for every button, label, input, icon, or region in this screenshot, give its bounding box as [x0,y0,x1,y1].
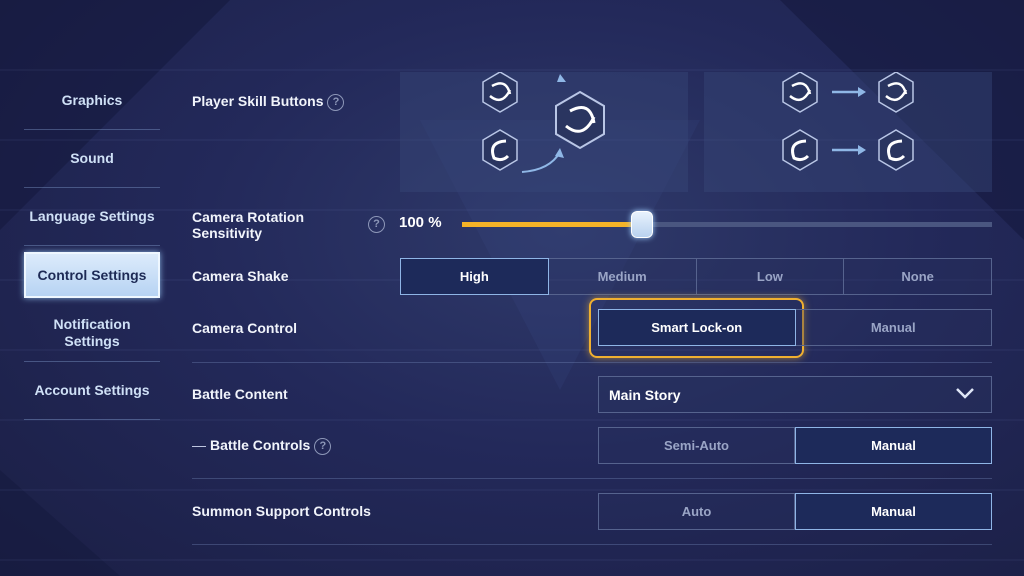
help-icon[interactable]: ? [368,216,385,233]
camera-shake-medium[interactable]: Medium [548,258,697,295]
battle-controls-prefix: — [192,437,206,453]
battle-controls-semi-auto[interactable]: Semi-Auto [598,427,795,464]
battle-content-dropdown[interactable]: Main Story [598,376,992,413]
skill-layout-option-b[interactable] [704,71,992,192]
summon-support-options: Auto Manual [598,493,992,530]
summon-support-label: Summon Support Controls [192,503,371,519]
battle-content-value: Main Story [609,386,681,403]
sidebar-item-account-settings[interactable]: Account Settings [24,362,160,420]
slider-fill [462,222,642,227]
battle-content-label: Battle Content [192,386,288,402]
camera-rotation-label-line1: Camera Rotation [192,209,305,225]
sidebar-item-notification-settings[interactable]: Notification Settings [24,304,160,362]
skill-arrow-diagram-icon [782,71,914,171]
camera-control-options: Smart Lock-on Manual [598,309,992,346]
battle-controls-manual[interactable]: Manual [795,427,992,464]
slider-thumb[interactable] [631,211,653,238]
player-skill-buttons-row: Player Skill Buttons? [192,93,345,111]
camera-control-label: Camera Control [192,320,298,336]
sidebar-item-language-settings[interactable]: Language Settings [24,188,160,246]
help-icon[interactable]: ? [314,437,332,455]
camera-rotation-label: Camera Rotation Sensitivity [192,209,304,241]
battle-controls-row: — Battle Controls? [192,437,332,455]
camera-rotation-label-line2: Sensitivity [192,225,263,241]
camera-control-smart-lock-on[interactable]: Smart Lock-on [598,309,796,346]
summon-support-manual[interactable]: Manual [795,493,992,530]
settings-sidebar: Graphics Sound Language Settings Control… [24,72,160,420]
camera-shake-low[interactable]: Low [696,258,845,295]
sidebar-item-sound[interactable]: Sound [24,130,160,188]
camera-control-manual[interactable]: Manual [795,309,992,346]
section-divider [192,362,992,363]
battle-controls-options: Semi-Auto Manual [598,427,992,464]
section-divider [192,478,992,479]
camera-rotation-slider[interactable] [462,211,992,238]
camera-shake-label: Camera Shake [192,268,289,284]
player-skill-buttons-label: Player Skill Buttons [192,93,324,109]
help-icon[interactable]: ? [327,93,345,111]
summon-support-auto[interactable]: Auto [598,493,795,530]
skill-swap-diagram-icon [482,71,605,173]
camera-rotation-value: 100 % [399,214,442,231]
sidebar-item-graphics[interactable]: Graphics [24,72,160,130]
skill-layout-option-a[interactable] [400,71,688,192]
battle-controls-label: Battle Controls [210,437,311,453]
sidebar-item-control-settings[interactable]: Control Settings [24,252,160,298]
chevron-down-icon [956,388,974,399]
section-divider [192,544,992,545]
camera-shake-high[interactable]: High [400,258,549,295]
camera-shake-options: High Medium Low None [400,258,992,295]
camera-shake-none[interactable]: None [844,258,992,295]
